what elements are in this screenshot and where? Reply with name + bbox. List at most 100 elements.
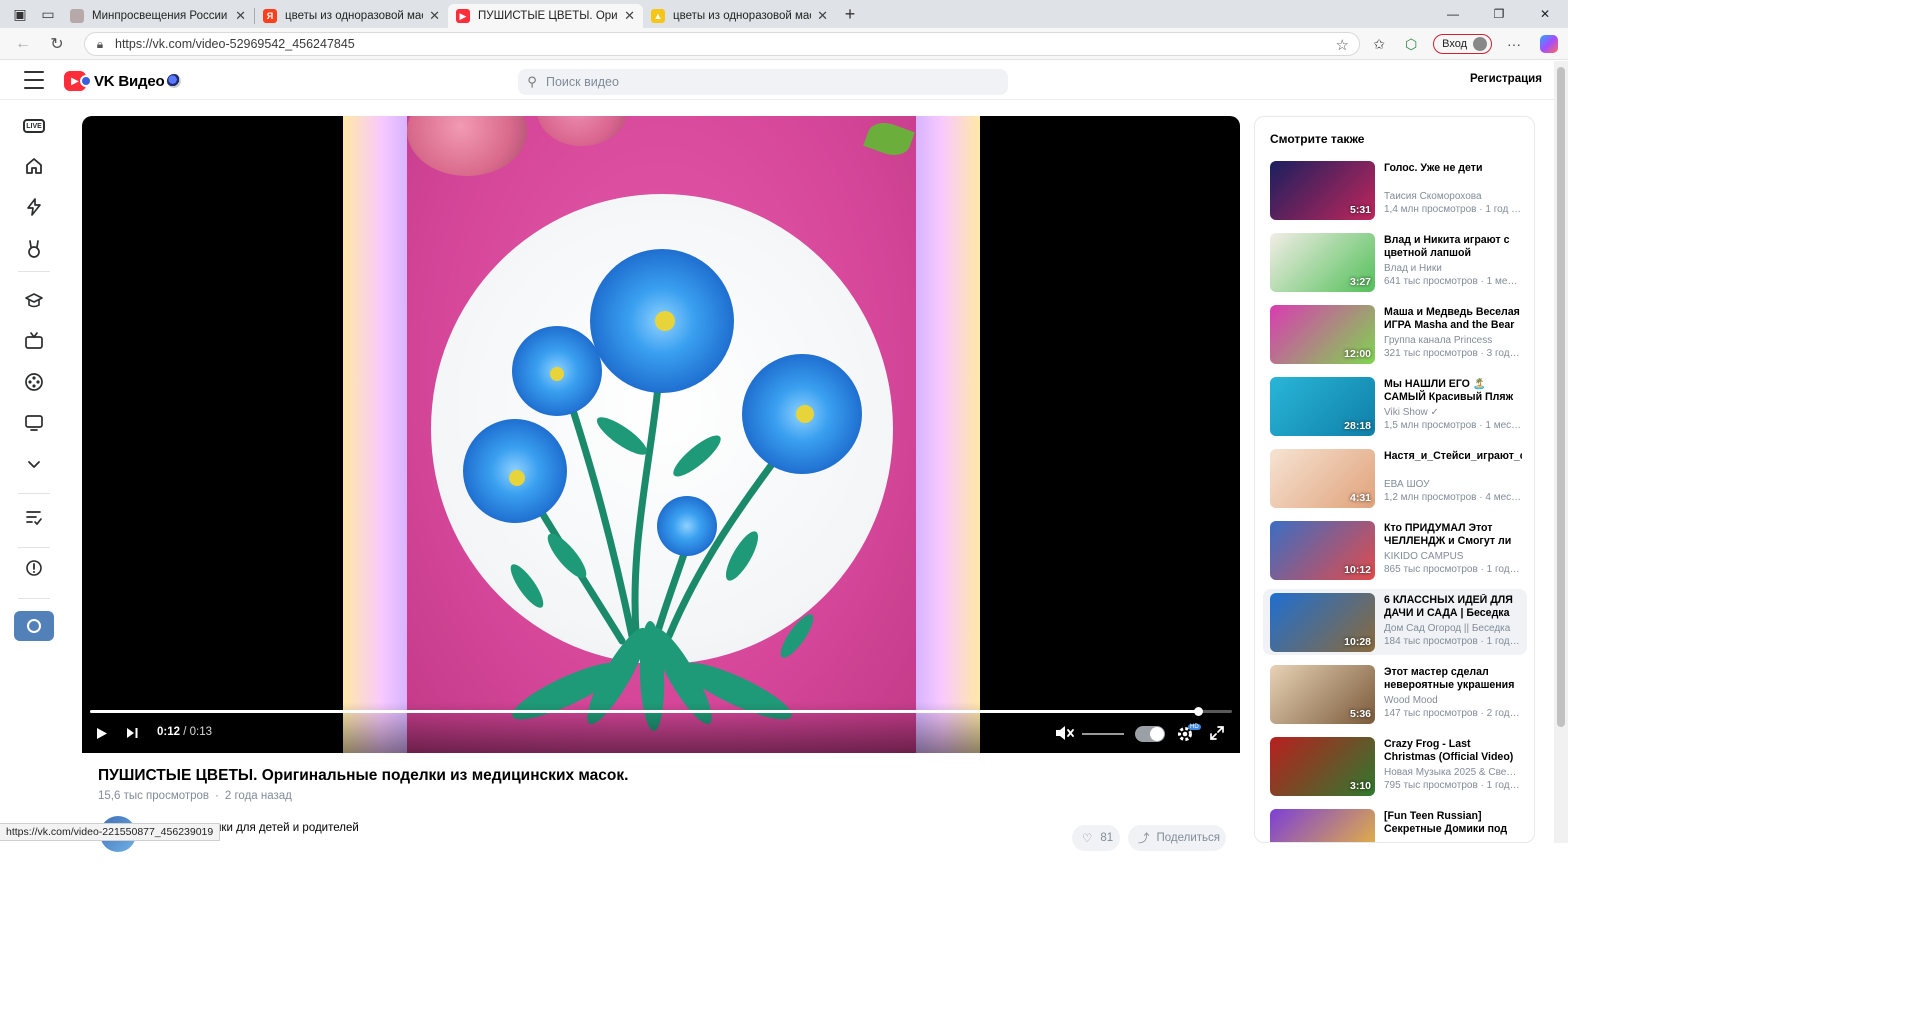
sidebar-item-shows[interactable]	[14, 321, 54, 361]
browser-address-bar: ← ↻ 🔒︎ https://vk.com/video-52969542_456…	[0, 28, 1568, 60]
video-thumbnail[interactable]: 28:18	[1270, 377, 1375, 436]
sidebar-item-channels[interactable]	[14, 403, 54, 443]
video-thumbnail[interactable]: 5:31	[1270, 161, 1375, 220]
volume-slider[interactable]	[1082, 733, 1124, 735]
play-button[interactable]	[94, 724, 110, 742]
sidebar-item-more[interactable]	[14, 444, 54, 484]
recommended-video-author[interactable]: KIKIDO CAMPUS	[1384, 551, 1522, 562]
seek-bar-handle[interactable]	[1193, 707, 1203, 716]
recommended-video-views: 795 тыс просмотров · 1 год назад	[1384, 780, 1522, 791]
recommended-video-item[interactable]: 28:18 Мы НАШЛИ ЕГО 🏝️ САМЫЙ Красивый Пляж…	[1263, 373, 1527, 439]
recommended-video-author[interactable]: ЕВА ШОУ	[1384, 479, 1522, 490]
vk-video-logo[interactable]: ▶ VK Видео	[64, 70, 181, 92]
favorites-icon[interactable]: ✩	[1363, 28, 1395, 60]
profile-login-button[interactable]: Вход	[1433, 34, 1492, 54]
tab-title: цветы из одноразовой маски и п	[285, 10, 423, 22]
recommended-video-title[interactable]: Голос. Уже не дети	[1384, 162, 1522, 175]
recommended-video-title[interactable]: Crazy Frog - Last Christmas (Official Vi…	[1384, 738, 1522, 764]
scrollbar-thumb[interactable]	[1557, 67, 1565, 727]
share-button[interactable]: ⤴ Поделиться	[1128, 825, 1226, 851]
sidebar-item-home[interactable]	[14, 146, 54, 186]
fullscreen-button[interactable]	[1208, 724, 1226, 742]
video-search[interactable]: ⚲	[518, 69, 1008, 95]
close-window-icon[interactable]: ✕	[1522, 0, 1568, 28]
recommended-video-title[interactable]: [Fun Teen Russian] Секретные Домики под	[1384, 810, 1522, 836]
close-tab-icon[interactable]: ✕	[235, 8, 246, 24]
recommended-video-title[interactable]: Этот мастер сделал невероятные украшения…	[1384, 666, 1522, 692]
workspaces-icon[interactable]: ▣	[6, 0, 34, 28]
sidebar-item-live[interactable]: LIVE	[14, 106, 54, 146]
sidebar-item-education[interactable]	[14, 280, 54, 320]
mute-button[interactable]	[1054, 724, 1076, 742]
video-thumbnail[interactable]: 10:28	[1270, 593, 1375, 652]
video-thumbnail[interactable]: 4:31	[1270, 449, 1375, 508]
recommended-video-item[interactable]: 10:12 Кто ПРИДУМАЛ Этот ЧЕЛЛЕНДЖ и Смогут…	[1263, 517, 1527, 583]
video-thumbnail[interactable]	[1270, 809, 1375, 842]
browser-tab-4[interactable]: ▲ цветы из одноразовой маски и п ✕	[643, 4, 836, 28]
duration-badge: 4:31	[1349, 492, 1371, 504]
browser-tab-3-active[interactable]: ▶ ПУШИСТЫЕ ЦВЕТЫ. Оригинальн ✕	[448, 4, 643, 28]
recommended-video-item[interactable]: 10:28 6 КЛАССНЫХ ИДЕЙ ДЛЯ ДАЧИ И САДА | Б…	[1263, 589, 1527, 655]
menu-icon[interactable]	[24, 71, 44, 89]
recommended-video-item[interactable]: 5:31 Голос. Уже не дети Таисия Скоморохова…	[1263, 157, 1527, 223]
recommended-video-author[interactable]: Wood Mood	[1384, 695, 1522, 706]
recommended-video-title[interactable]: Маша и Медведь Веселая ИГРА Masha and th…	[1384, 306, 1522, 332]
close-tab-icon[interactable]: ✕	[624, 8, 635, 24]
like-button[interactable]: ♡ 81	[1072, 825, 1120, 851]
recommended-video-title[interactable]: Мы НАШЛИ ЕГО 🏝️ САМЫЙ Красивый Пляж в ми…	[1384, 378, 1522, 404]
recommended-video-title[interactable]: 6 КЛАССНЫХ ИДЕЙ ДЛЯ ДАЧИ И САДА | Беседк…	[1384, 594, 1522, 620]
video-thumbnail[interactable]: 10:12	[1270, 521, 1375, 580]
sidebar-item-playlists[interactable]	[14, 497, 54, 537]
favorite-star-icon[interactable]: ☆	[1336, 36, 1349, 54]
close-tab-icon[interactable]: ✕	[817, 8, 828, 24]
sidebar-profile-button[interactable]	[14, 611, 54, 641]
video-thumbnail[interactable]: 5:36	[1270, 665, 1375, 724]
page-scrollbar[interactable]	[1554, 61, 1568, 843]
recommended-video-author[interactable]: Таисия Скоморохова	[1384, 191, 1522, 202]
restore-icon[interactable]: ❐	[1476, 0, 1522, 28]
url-field[interactable]: 🔒︎ https://vk.com/video-52969542_4562478…	[84, 32, 1360, 56]
next-video-button[interactable]	[124, 724, 140, 742]
recommended-video-author[interactable]: Viki Show ✓	[1384, 407, 1522, 418]
close-tab-icon[interactable]: ✕	[429, 8, 440, 24]
recommended-video-author[interactable]: Новая Музыка 2025 & Свежие	[1384, 767, 1522, 778]
seek-bar[interactable]	[90, 707, 1232, 716]
recommended-video-item[interactable]: 4:31 Настя_и_Стейси_играют_со_съедобной_к…	[1263, 445, 1527, 511]
video-thumbnail[interactable]: 12:00	[1270, 305, 1375, 364]
reload-icon[interactable]: ↻	[40, 28, 74, 60]
search-input[interactable]	[546, 75, 986, 89]
video-player[interactable]: 0:12 / 0:13 HD	[82, 116, 1240, 753]
channel-name[interactable]: делки для детей и родителей	[202, 822, 359, 834]
recommended-video-author[interactable]: Группа канала Princess	[1384, 335, 1522, 346]
back-icon[interactable]: ←	[6, 28, 40, 60]
recommended-video-item[interactable]: 3:27 Влад и Никита играют с цветной лапшо…	[1263, 229, 1527, 295]
tab-actions-icon[interactable]: ▭	[34, 0, 62, 28]
sidebar-item-clips[interactable]	[14, 187, 54, 227]
recommended-video-item[interactable]: 5:36 Этот мастер сделал невероятные украш…	[1263, 661, 1527, 727]
minimize-icon[interactable]: —	[1430, 0, 1476, 28]
recommended-video-views: 641 тыс просмотров · 1 месяц назад	[1384, 276, 1522, 287]
extensions-icon[interactable]: ⬡	[1395, 28, 1427, 60]
video-thumbnail[interactable]: 3:10	[1270, 737, 1375, 796]
recommended-video-item[interactable]: [Fun Teen Russian] Секретные Домики под	[1263, 805, 1527, 842]
sidebar-item-movies[interactable]	[14, 362, 54, 402]
more-options-icon[interactable]: ···	[1498, 28, 1530, 60]
recommended-video-title[interactable]: Настя_и_Стейси_играют_со_съедобной_косме…	[1384, 450, 1522, 463]
autoplay-toggle[interactable]	[1135, 726, 1165, 742]
browser-tab-2[interactable]: Я цветы из одноразовой маски и п ✕	[255, 4, 448, 28]
video-thumbnail[interactable]: 3:27	[1270, 233, 1375, 292]
recommended-video-item[interactable]: 3:10 Crazy Frog - Last Christmas (Officia…	[1263, 733, 1527, 799]
new-tab-button[interactable]: +	[836, 0, 864, 28]
recommended-video-item[interactable]: 12:00 Маша и Медведь Веселая ИГРА Masha a…	[1263, 301, 1527, 367]
site-info-icon[interactable]: 🔒︎	[85, 37, 115, 52]
recommended-video-author[interactable]: Влад и Ники	[1384, 263, 1522, 274]
player-controls: 0:12 / 0:13 HD	[82, 702, 1240, 753]
browser-tab-1[interactable]: Минпросвещения России ✕	[62, 4, 254, 28]
copilot-icon[interactable]	[1540, 35, 1558, 53]
register-link[interactable]: Регистрация	[1470, 73, 1542, 85]
recommended-video-title[interactable]: Влад и Никита играют с цветной лапшой	[1384, 234, 1522, 260]
sidebar-item-report[interactable]	[14, 548, 54, 588]
sidebar-item-kids[interactable]	[14, 229, 54, 269]
recommended-video-title[interactable]: Кто ПРИДУМАЛ Этот ЧЕЛЛЕНДЖ и Смогут ли О…	[1384, 522, 1522, 548]
recommended-video-author[interactable]: Дом Сад Огород || Беседка	[1384, 623, 1522, 634]
